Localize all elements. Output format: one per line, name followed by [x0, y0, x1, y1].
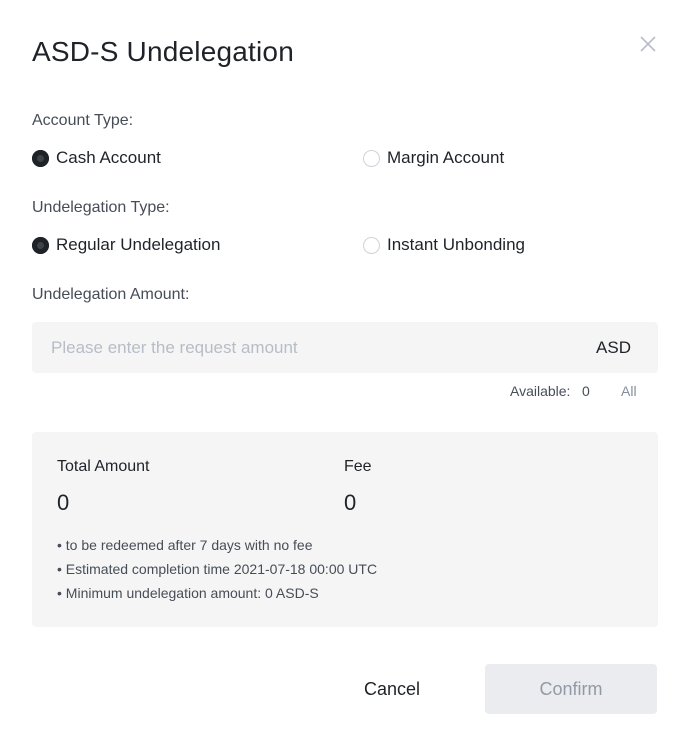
- note-redeem: • to be redeemed after 7 days with no fe…: [57, 537, 313, 553]
- account-type-label: Account Type:: [32, 112, 134, 129]
- radio-selected-icon: [32, 236, 49, 254]
- radio-selected-icon: [32, 149, 49, 167]
- radio-label: Margin Account: [387, 148, 505, 167]
- radio-label: Instant Unbonding: [387, 235, 525, 254]
- fee-value: 0: [344, 490, 357, 515]
- radio-margin-account[interactable]: Margin Account: [363, 148, 504, 168]
- radio-label: Regular Undelegation: [56, 235, 221, 254]
- cancel-button[interactable]: Cancel: [330, 664, 454, 714]
- radio-unselected-icon: [363, 149, 380, 167]
- radio-unselected-icon: [363, 236, 380, 254]
- confirm-button[interactable]: Confirm: [485, 664, 657, 714]
- radio-instant-unbonding[interactable]: Instant Unbonding: [363, 235, 525, 255]
- undelegation-type-label: Undelegation Type:: [32, 199, 170, 216]
- total-amount-label: Total Amount: [57, 458, 150, 475]
- total-amount-value: 0: [57, 490, 70, 515]
- note-completion-time: • Estimated completion time 2021-07-18 0…: [57, 561, 378, 577]
- undelegation-amount-label: Undelegation Amount:: [32, 286, 190, 303]
- radio-cash-account[interactable]: Cash Account: [32, 148, 161, 168]
- summary-panel: Total Amount 0 Fee 0 • to be redeemed af…: [32, 432, 658, 627]
- dialog-title: ASD-S Undelegation: [32, 36, 294, 67]
- amount-input[interactable]: [32, 322, 572, 373]
- fee-label: Fee: [344, 458, 372, 475]
- available-label: Available:: [510, 383, 571, 399]
- all-button[interactable]: All: [621, 383, 637, 399]
- close-icon[interactable]: [638, 34, 658, 54]
- amount-field: ASD: [32, 322, 658, 373]
- amount-unit: ASD: [596, 338, 631, 357]
- note-minimum-amount: • Minimum undelegation amount: 0 ASD-S: [57, 585, 319, 601]
- radio-regular-undelegation[interactable]: Regular Undelegation: [32, 235, 220, 255]
- undelegation-dialog: ASD-S Undelegation Account Type: Cash Ac…: [0, 0, 691, 749]
- available-value: 0: [582, 383, 590, 399]
- radio-label: Cash Account: [56, 148, 161, 167]
